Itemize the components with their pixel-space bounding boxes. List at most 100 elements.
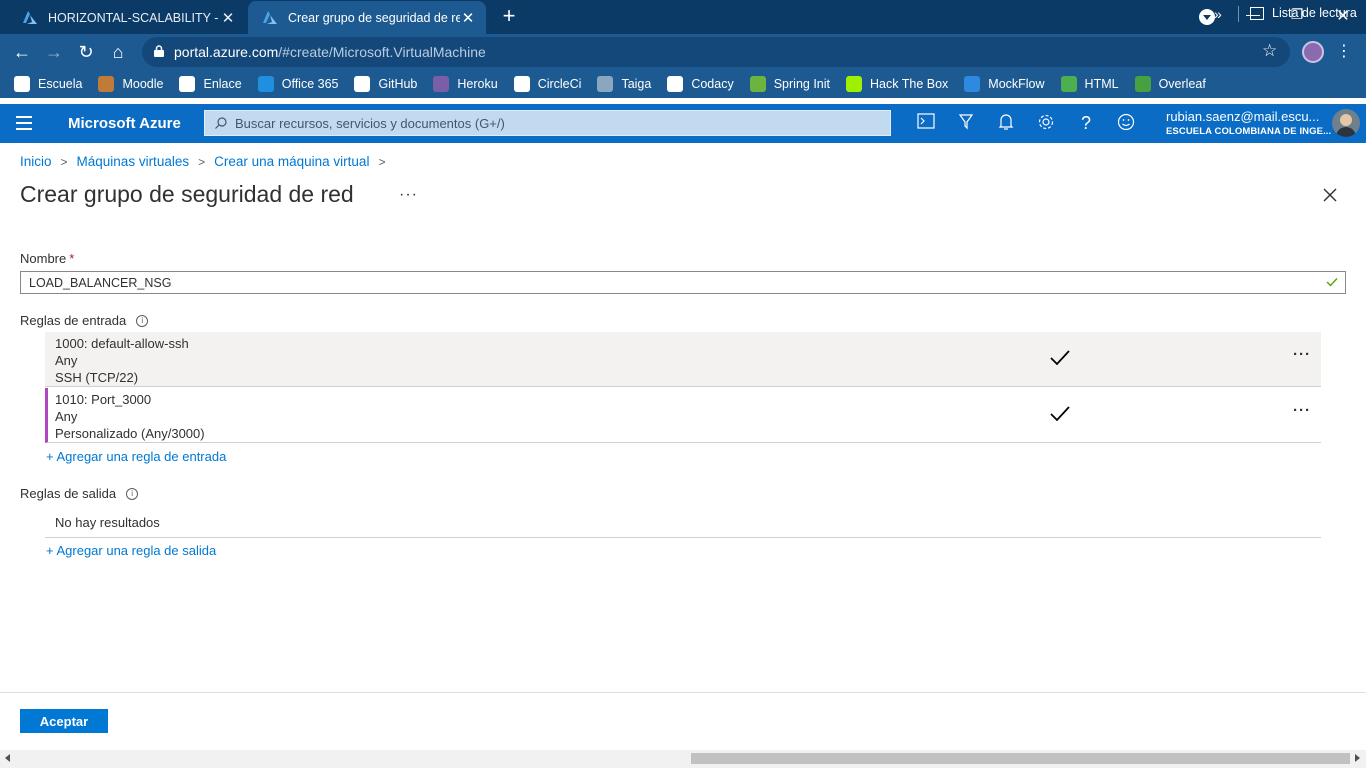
close-tab-icon[interactable]: ✕	[220, 9, 236, 27]
bookmark-moodle[interactable]: Moodle	[98, 76, 163, 92]
breadcrumb-crear-maquina-virtual[interactable]: Crear una máquina virtual	[214, 154, 369, 169]
rule-name: 1010: Port_3000	[55, 392, 152, 407]
bookmark-taiga[interactable]: Taiga	[597, 76, 651, 92]
address-bar[interactable]: portal.azure.com/#create/Microsoft.Virtu…	[142, 37, 1290, 67]
bookmark-label: Taiga	[621, 77, 652, 91]
bookmark-github[interactable]: GitHub	[354, 76, 417, 92]
bookmark-label: Office 365	[281, 77, 339, 91]
reload-icon[interactable]: ↻	[75, 41, 97, 63]
name-input[interactable]	[21, 272, 1301, 293]
forward-icon[interactable]: →	[43, 41, 65, 63]
home-icon[interactable]: ⌂	[107, 41, 129, 63]
scrollbar-thumb[interactable]	[691, 753, 1350, 764]
brand-name[interactable]: Microsoft Azure	[68, 115, 181, 132]
bookmark-codacy[interactable]: Codacy	[667, 76, 734, 92]
breadcrumb-maquinas-virtuales[interactable]: Máquinas virtuales	[77, 154, 190, 169]
global-search[interactable]	[204, 110, 891, 136]
chevron-right-icon: >	[198, 154, 206, 169]
directory-filter-icon[interactable]	[956, 113, 976, 133]
bookmark-office-365[interactable]: Office 365	[257, 76, 339, 92]
bookmark-favicon-icon	[513, 76, 530, 92]
bookmark-escuela[interactable]: Escuela	[14, 76, 82, 92]
scroll-left-icon[interactable]	[5, 754, 10, 762]
profile-avatar[interactable]	[1302, 41, 1324, 63]
bookmark-favicon-icon	[1060, 76, 1077, 92]
page-title: Crear grupo de seguridad de red	[20, 181, 354, 207]
account-info[interactable]: rubian.saenz@mail.escu... ESCUELA COLOMB…	[1166, 109, 1331, 137]
bookmark-hack-the-box[interactable]: Hack The Box	[846, 76, 948, 92]
bookmark-overleaf[interactable]: Overleaf	[1134, 76, 1206, 92]
portal-menu-icon[interactable]	[16, 116, 32, 130]
url-text: portal.azure.com/#create/Microsoft.Virtu…	[174, 44, 486, 60]
user-avatar[interactable]	[1332, 109, 1360, 137]
bookmark-favicon-icon	[14, 76, 30, 92]
reading-list-button[interactable]: Lista de lectura	[1250, 6, 1357, 20]
inbound-rule-row[interactable]: 1010: Port_3000 Any Personalizado (Any/3…	[45, 388, 1321, 443]
close-tab-icon[interactable]: ✕	[460, 9, 476, 27]
bookmark-favicon-icon	[257, 76, 274, 92]
close-blade-icon[interactable]	[1320, 185, 1340, 205]
rule-service: Personalizado (Any/3000)	[55, 426, 205, 441]
feedback-smiley-icon[interactable]	[1116, 113, 1136, 133]
reading-list-label: Lista de lectura	[1272, 6, 1357, 20]
bookmark-heroku[interactable]: Heroku	[433, 76, 498, 92]
browser-menu-icon[interactable]: ⋮	[1336, 41, 1352, 63]
horizontal-scrollbar[interactable]	[0, 750, 1366, 768]
bookmark-favicon-icon	[433, 76, 450, 92]
bookmark-favicon-icon	[1134, 76, 1151, 92]
browser-tab-strip: HORIZONTAL-SCALABILITY - Microsoft Azure…	[0, 0, 1366, 34]
bookmark-favicon-icon	[98, 76, 115, 92]
bookmarks-bar: Escuela Moodle Enlace Office 365 GitHub Herok…	[0, 70, 1366, 98]
bookmark-label: Moodle	[122, 77, 164, 91]
required-indicator: *	[69, 251, 75, 266]
bookmark-favicon-icon	[179, 76, 196, 92]
rule-source: Any	[55, 353, 78, 368]
notifications-icon[interactable]	[996, 113, 1016, 133]
rule-name: 1000: default-allow-ssh	[55, 336, 189, 351]
more-options-icon[interactable]: ···	[399, 186, 418, 204]
footer-divider	[0, 692, 1366, 693]
add-inbound-rule-link[interactable]: + Agregar una regla de entrada	[46, 449, 226, 464]
bookmark-label: CircleCi	[537, 77, 582, 91]
name-field[interactable]	[20, 271, 1346, 294]
user-email: rubian.saenz@mail.escu...	[1166, 109, 1320, 124]
tab-title: Crear grupo de seguridad de red - Micros…	[288, 10, 460, 25]
bookmark-favicon-icon	[964, 76, 981, 92]
bookmark-circleci[interactable]: CircleCi	[513, 76, 582, 92]
breadcrumb-inicio[interactable]: Inicio	[20, 154, 52, 169]
info-icon[interactable]: i	[136, 314, 149, 327]
add-outbound-rule-link[interactable]: + Agregar una regla de salida	[46, 543, 216, 558]
lock-icon	[154, 45, 164, 57]
more-bookmarks-icon[interactable]: »	[1214, 6, 1222, 22]
azure-logo-icon	[23, 10, 37, 24]
bookmark-spring-init[interactable]: Spring Init	[749, 76, 830, 92]
user-organization: ESCUELA COLOMBIANA DE INGE...	[1166, 126, 1332, 137]
bookmark-enlace[interactable]: Enlace	[179, 76, 242, 92]
bookmark-favicon-icon	[354, 76, 371, 92]
info-icon[interactable]: i	[126, 487, 139, 500]
new-tab-icon[interactable]: +	[498, 5, 520, 27]
name-field-label: Nombre *	[20, 251, 75, 266]
row-more-options-icon[interactable]: ···	[1293, 402, 1311, 419]
bookmark-label: MockFlow	[988, 77, 1045, 91]
back-icon[interactable]: ←	[11, 41, 33, 63]
bookmark-star-icon[interactable]: ☆	[1262, 41, 1277, 61]
bookmark-favicon-icon	[667, 76, 684, 92]
bookmark-html[interactable]: HTML	[1060, 76, 1119, 92]
accept-button[interactable]: Aceptar	[20, 709, 108, 733]
help-icon[interactable]: ?	[1076, 113, 1096, 133]
browser-tab-horizontal-scalability[interactable]: HORIZONTAL-SCALABILITY - Microsoft Azure…	[8, 1, 246, 34]
row-more-options-icon[interactable]: ···	[1293, 346, 1311, 363]
tab-search-icon[interactable]	[1199, 9, 1215, 25]
bookmark-label: Spring Init	[773, 77, 830, 91]
scroll-right-icon[interactable]	[1355, 754, 1360, 762]
tab-title: HORIZONTAL-SCALABILITY - Microsoft Azure	[48, 10, 220, 25]
bookmark-mockflow[interactable]: MockFlow	[964, 76, 1045, 92]
cloud-shell-icon[interactable]	[916, 113, 936, 133]
search-input[interactable]	[235, 115, 835, 131]
browser-tab-crear-grupo[interactable]: Crear grupo de seguridad de red - Micros…	[248, 1, 486, 34]
bookmark-label: Escuela	[38, 77, 83, 91]
inbound-rule-row[interactable]: 1000: default-allow-ssh Any SSH (TCP/22)…	[45, 332, 1321, 387]
bookmark-favicon-icon	[846, 76, 862, 92]
settings-gear-icon[interactable]	[1036, 113, 1056, 133]
